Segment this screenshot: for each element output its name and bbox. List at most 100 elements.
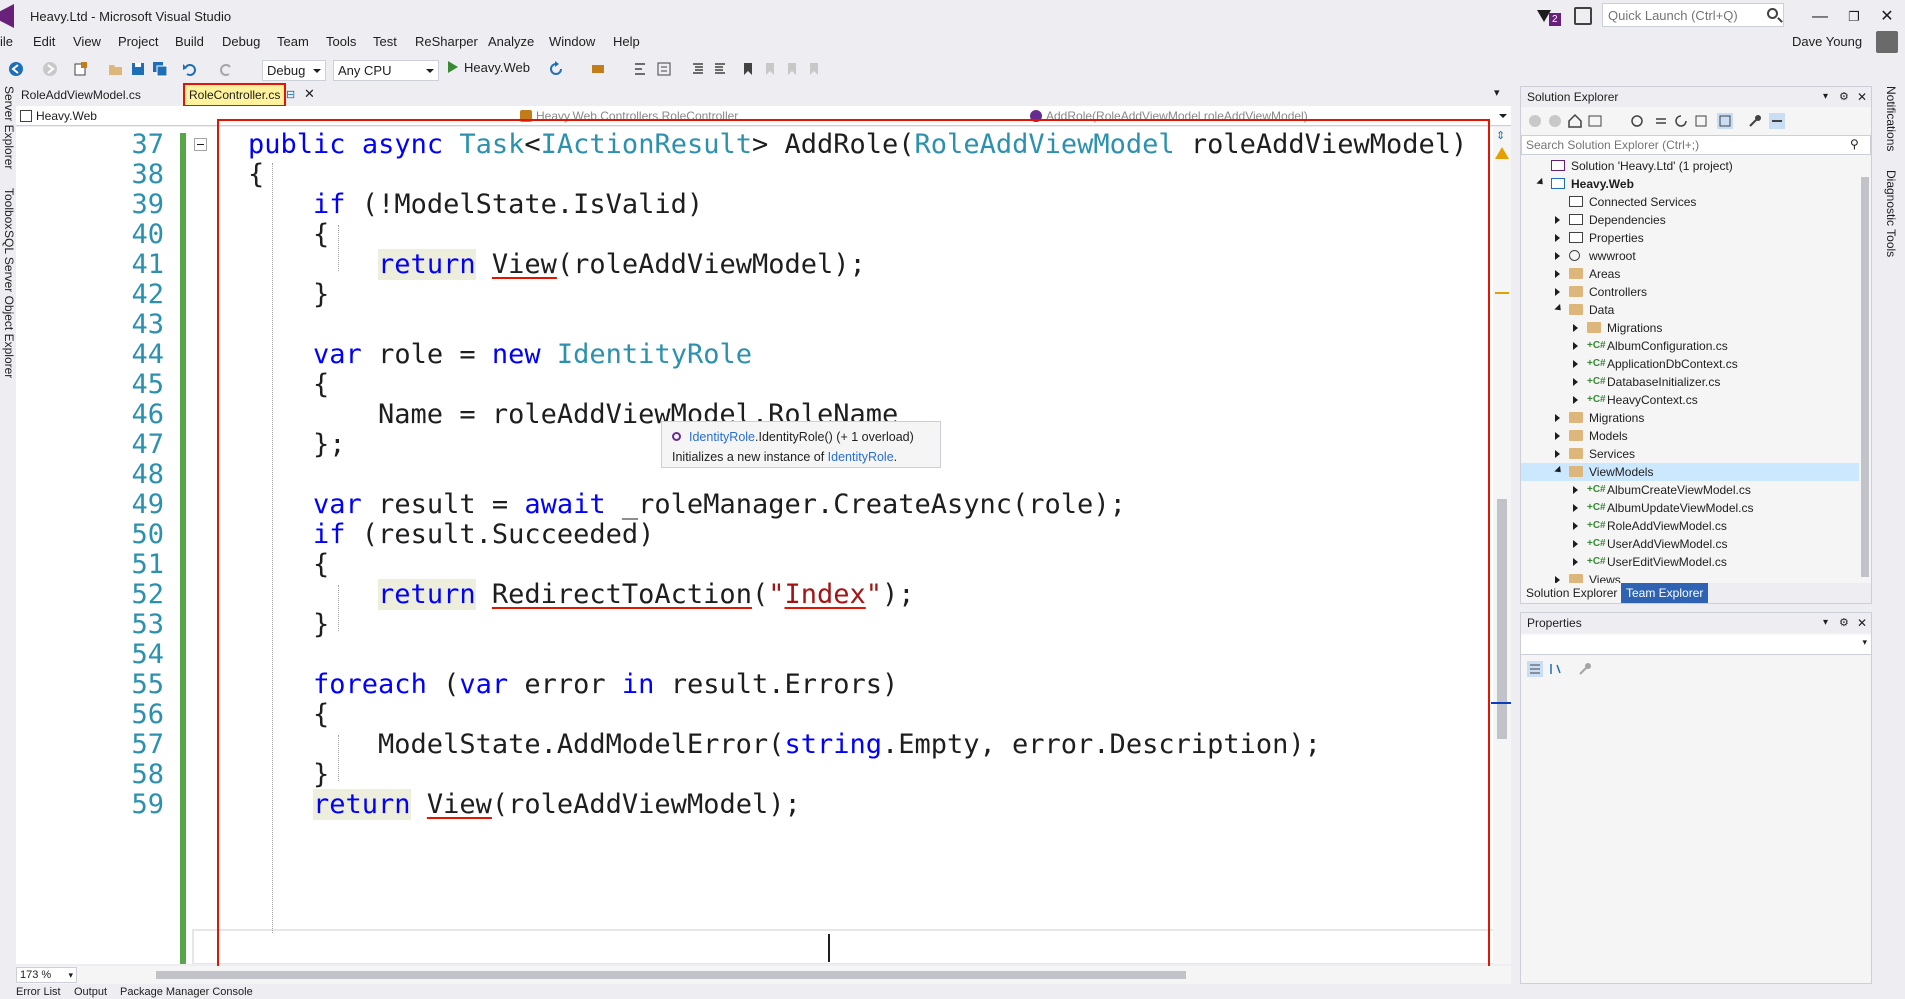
categorized-icon[interactable]: [1527, 661, 1543, 677]
menu-resharper[interactable]: ReSharper: [415, 34, 478, 49]
previous-bookmark-icon[interactable]: [762, 61, 778, 77]
tab-error-list[interactable]: Error List: [16, 986, 61, 998]
tree-node[interactable]: Solution 'Heavy.Ltd' (1 project): [1521, 157, 1859, 175]
notifications-flag-icon[interactable]: 2: [1535, 6, 1561, 28]
server-explorer-tab[interactable]: Server Explorer: [2, 86, 16, 169]
tree-node[interactable]: wwwroot: [1521, 247, 1859, 265]
tab-solution-explorer[interactable]: Solution Explorer: [1521, 583, 1623, 603]
collapsed-arrow-icon[interactable]: [1555, 414, 1560, 422]
scrollbar-thumb[interactable]: [1861, 177, 1869, 577]
collapsed-arrow-icon[interactable]: [1555, 234, 1560, 242]
notifications-tab[interactable]: Notifications: [1884, 86, 1898, 151]
code-editor[interactable]: 37 38 39 40 41 42 43 44 45 46 47 48 49 50 51 52 53 54 55 56…: [16, 127, 1511, 964]
chevron-down-icon[interactable]: ▾: [1823, 613, 1828, 633]
navigate-forward-icon[interactable]: [42, 61, 58, 77]
minimize-button[interactable]: —: [1805, 5, 1835, 29]
tab-role-controller[interactable]: RoleController.cs: [182, 83, 287, 107]
tab-team-explorer[interactable]: Team Explorer: [1621, 583, 1709, 603]
tab-output[interactable]: Output: [74, 986, 107, 998]
collapsed-arrow-icon[interactable]: [1573, 522, 1578, 530]
tree-node[interactable]: ViewModels: [1521, 463, 1859, 481]
tab-role-add-view-model[interactable]: RoleAddViewModel.cs: [16, 84, 146, 106]
step-into-icon[interactable]: [632, 61, 648, 77]
pin-icon[interactable]: ⚙: [1839, 613, 1849, 633]
collapsed-arrow-icon[interactable]: [1573, 558, 1578, 566]
menu-tools[interactable]: Tools: [326, 34, 356, 49]
tree-node[interactable]: Areas: [1521, 265, 1859, 283]
split-view-icon[interactable]: ⇕: [1496, 129, 1505, 142]
show-all-files-icon[interactable]: [1717, 113, 1733, 129]
menu-debug[interactable]: Debug: [222, 34, 260, 49]
pin-icon[interactable]: ⚙: [1839, 87, 1849, 107]
diagnostic-tools-tab[interactable]: Diagnostic Tools: [1884, 170, 1898, 257]
tree-node[interactable]: +C# AlbumUpdateViewModel.cs: [1521, 499, 1859, 517]
forward-icon[interactable]: [1547, 113, 1563, 129]
solution-platform-select[interactable]: Any CPU: [333, 60, 439, 81]
quick-launch-input[interactable]: [1603, 4, 1753, 26]
clear-bookmarks-icon[interactable]: [806, 61, 822, 77]
tree-node[interactable]: +C# UserEditViewModel.cs: [1521, 553, 1859, 571]
close-icon[interactable]: ✕: [1857, 613, 1867, 633]
home-icon[interactable]: [1567, 113, 1583, 129]
menu-analyze[interactable]: Analyze: [488, 34, 534, 49]
properties-object-select[interactable]: ▾: [1521, 635, 1871, 655]
expanded-arrow-icon[interactable]: [1536, 177, 1546, 188]
quick-launch-box[interactable]: [1602, 3, 1784, 27]
tree-node[interactable]: Dependencies: [1521, 211, 1859, 229]
open-file-icon[interactable]: [108, 61, 124, 77]
refresh-icon[interactable]: [1673, 113, 1689, 129]
maximize-button[interactable]: ❐: [1839, 5, 1869, 29]
solution-explorer-search[interactable]: ⚲: [1521, 135, 1871, 155]
save-icon[interactable]: [130, 61, 146, 77]
expanded-arrow-icon[interactable]: [1554, 303, 1564, 314]
back-icon[interactable]: [1527, 113, 1543, 129]
collapsed-arrow-icon[interactable]: [1555, 288, 1560, 296]
sql-server-object-explorer-tab[interactable]: SQL Server Object Explorer: [2, 230, 16, 378]
next-bookmark-icon[interactable]: [784, 61, 800, 77]
collapsed-arrow-icon[interactable]: [1555, 432, 1560, 440]
comment-icon[interactable]: [690, 61, 706, 77]
tree-node[interactable]: +C# UserAddViewModel.cs: [1521, 535, 1859, 553]
editor-horizontal-scrollbar[interactable]: 173 % ▾: [16, 966, 1511, 984]
tree-node[interactable]: Controllers: [1521, 283, 1859, 301]
tree-node[interactable]: +C# AlbumConfiguration.cs: [1521, 337, 1859, 355]
tree-node[interactable]: +C# RoleAddViewModel.cs: [1521, 517, 1859, 535]
menu-window[interactable]: Window: [549, 34, 595, 49]
tree-node[interactable]: Heavy.Web: [1521, 175, 1859, 193]
feedback-icon[interactable]: [1574, 7, 1592, 25]
undo-icon[interactable]: [182, 61, 198, 77]
step-over-icon[interactable]: [656, 61, 672, 77]
chevron-down-icon[interactable]: ▾: [1494, 86, 1500, 99]
start-debugging-button[interactable]: Heavy.Web: [448, 58, 530, 78]
tree-node[interactable]: +C# ApplicationDbContext.cs: [1521, 355, 1859, 373]
refresh-icon[interactable]: [548, 61, 564, 77]
collapsed-arrow-icon[interactable]: [1555, 216, 1560, 224]
close-tab-icon[interactable]: ✕: [304, 86, 315, 102]
scrollbar-thumb[interactable]: [156, 971, 1186, 979]
tree-node[interactable]: Migrations: [1521, 319, 1859, 337]
collapsed-arrow-icon[interactable]: [1555, 576, 1560, 583]
collapsed-arrow-icon[interactable]: [1573, 378, 1578, 386]
solution-configuration-select[interactable]: Debug: [262, 60, 326, 81]
class-dropdown[interactable]: Heavy.Web.Controllers.RoleController: [516, 107, 1026, 125]
tree-node[interactable]: Connected Services: [1521, 193, 1859, 211]
collapsed-arrow-icon[interactable]: [1555, 450, 1560, 458]
toolbox-tab[interactable]: Toolbox: [2, 188, 16, 229]
member-dropdown[interactable]: AddRole(RoleAddViewModel roleAddViewMode…: [1026, 107, 1511, 125]
new-project-icon[interactable]: [72, 61, 88, 77]
collapsed-arrow-icon[interactable]: [1573, 504, 1578, 512]
expanded-arrow-icon[interactable]: [1554, 465, 1564, 476]
collapsed-arrow-icon[interactable]: [1555, 270, 1560, 278]
tree-node[interactable]: Data: [1521, 301, 1859, 319]
preview-selected-icon[interactable]: [1769, 113, 1785, 129]
collapse-all-icon[interactable]: [1693, 113, 1709, 129]
editor-vertical-scrollbar[interactable]: ⇕: [1491, 127, 1511, 964]
menu-file[interactable]: ile: [0, 34, 13, 49]
close-button[interactable]: ✕: [1872, 5, 1902, 29]
chevron-down-icon[interactable]: ▾: [1823, 87, 1828, 107]
tree-node[interactable]: +C# HeavyContext.cs: [1521, 391, 1859, 409]
solution-explorer-search-input[interactable]: [1522, 136, 1822, 154]
collapsed-arrow-icon[interactable]: [1555, 252, 1560, 260]
sync-icon[interactable]: [1653, 113, 1669, 129]
menu-test[interactable]: Test: [373, 34, 397, 49]
